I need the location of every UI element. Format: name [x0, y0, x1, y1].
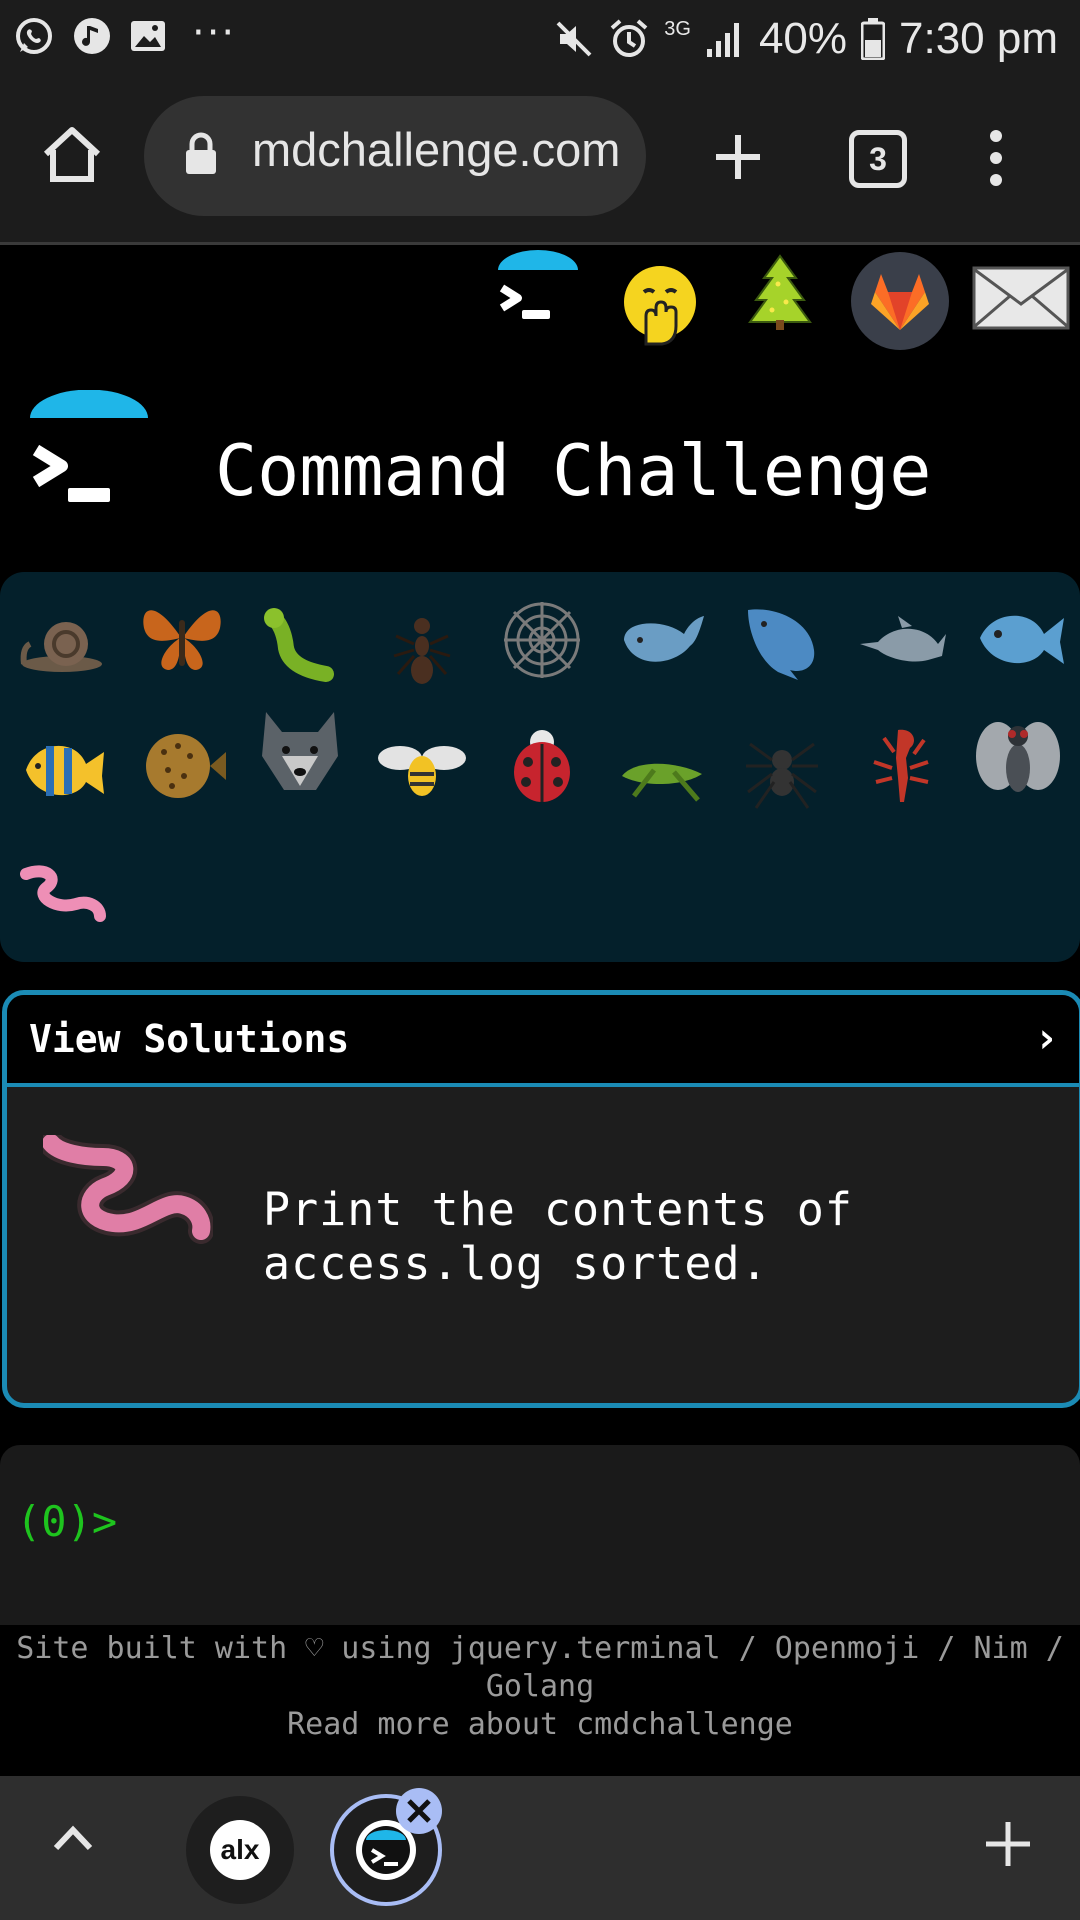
cricket-icon[interactable]: [614, 720, 710, 816]
alx-logo: alx: [210, 1820, 270, 1880]
more-dots-icon: ···: [192, 10, 237, 56]
clock: 7:30 pm: [899, 14, 1058, 63]
add-tab-icon[interactable]: [984, 1820, 1032, 1868]
chevron-right-icon[interactable]: ›: [1034, 1013, 1059, 1062]
url-text[interactable]: mdchallenge.com: [252, 122, 620, 177]
site-logo-icon: [30, 390, 148, 502]
whale-2-icon[interactable]: [734, 590, 830, 686]
lock-icon[interactable]: [184, 132, 218, 176]
read-more-link[interactable]: Read more about cmdchallenge: [0, 1706, 1080, 1744]
tab-switcher-button[interactable]: 3: [849, 130, 907, 188]
mail-icon[interactable]: [972, 266, 1070, 330]
butterfly-icon[interactable]: [134, 588, 230, 684]
page-title: Command Challenge: [215, 430, 932, 512]
snail-icon[interactable]: [14, 594, 110, 690]
blowfish-icon[interactable]: [134, 716, 230, 812]
overflow-menu-icon[interactable]: [985, 128, 1007, 188]
footer: Site built with ♡ using jquery.terminal …: [0, 1630, 1080, 1744]
whatsapp-icon: [16, 18, 52, 54]
cmdchallenge-icon[interactable]: [496, 248, 580, 330]
gitlab-icon[interactable]: [851, 252, 949, 350]
scorpion-icon[interactable]: [854, 718, 950, 814]
challenge-description: Print the contents of access.log sorted.: [263, 1183, 853, 1290]
terminal[interactable]: (0)>: [0, 1445, 1080, 1625]
network-type-label: 3G: [664, 18, 691, 40]
gallery-icon: [131, 21, 165, 51]
ant-icon[interactable]: [374, 596, 470, 692]
close-tab-button[interactable]: [396, 1788, 442, 1834]
caterpillar-icon[interactable]: [254, 598, 350, 694]
view-solutions-header[interactable]: View Solutions ›: [7, 995, 1079, 1087]
fish-icon[interactable]: [972, 590, 1068, 686]
browser-toolbar: mdchallenge.com 3: [0, 78, 1080, 245]
tree-icon[interactable]: [748, 254, 812, 330]
close-icon: [407, 1799, 431, 1823]
whale-icon[interactable]: [614, 590, 710, 686]
tab-group-bar: alx: [0, 1776, 1080, 1920]
fly-icon[interactable]: [970, 712, 1066, 808]
status-bar: ··· 3G 40% 7:30 pm: [0, 0, 1080, 78]
worm-icon[interactable]: [16, 850, 112, 946]
chevron-up-icon[interactable]: [52, 1822, 94, 1852]
terminal-prompt[interactable]: (0)>: [16, 1497, 117, 1546]
home-icon[interactable]: [40, 124, 104, 184]
challenge-card: View Solutions › Print the contents of a…: [2, 990, 1080, 1408]
view-solutions-label[interactable]: View Solutions: [29, 1017, 349, 1061]
mute-icon: [556, 21, 592, 57]
tab-thumbnail-alx[interactable]: alx: [186, 1796, 294, 1904]
creature-progress-panel: [0, 572, 1080, 962]
spider-icon[interactable]: [734, 720, 830, 816]
signal-icon: [706, 23, 739, 57]
hand-over-mouth-emoji-icon[interactable]: [620, 264, 700, 348]
tropical-fish-icon[interactable]: [16, 720, 112, 816]
footer-credits: Site built with ♡ using jquery.terminal …: [16, 1631, 1064, 1704]
bee-icon[interactable]: [374, 724, 470, 820]
dolphin-icon[interactable]: [854, 594, 950, 690]
battery-percent: 40%: [758, 14, 848, 63]
address-bar[interactable]: mdchallenge.com: [144, 96, 646, 216]
worm-icon: [43, 1135, 213, 1244]
music-icon: [74, 18, 110, 54]
wolf-icon[interactable]: [252, 706, 348, 802]
new-tab-icon[interactable]: [713, 132, 763, 182]
spider-web-icon[interactable]: [494, 592, 590, 688]
battery-icon: [861, 18, 886, 60]
alarm-icon: [610, 19, 648, 57]
ladybug-icon[interactable]: [494, 716, 590, 812]
